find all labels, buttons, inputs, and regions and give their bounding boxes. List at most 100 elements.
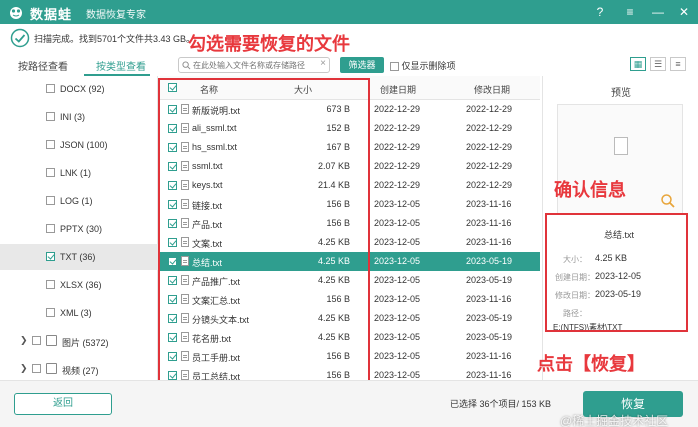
- row-checkbox[interactable]: [168, 276, 177, 285]
- sidebar-group-label: 视频 (27): [62, 366, 99, 376]
- type-checkbox[interactable]: [46, 140, 55, 149]
- table-row[interactable]: 链接.txt 156 B 2023-12-05 2023-11-16: [160, 195, 540, 214]
- expand-arrow-icon[interactable]: ❯: [20, 363, 28, 374]
- row-checkbox[interactable]: [168, 124, 177, 133]
- table-row[interactable]: 文案汇总.txt 156 B 2023-12-05 2023-11-16: [160, 290, 540, 309]
- file-name: hs_ssml.txt: [192, 142, 238, 152]
- row-checkbox[interactable]: [168, 181, 177, 190]
- minimize-icon[interactable]: —: [650, 4, 666, 20]
- sidebar-group-videos[interactable]: ❯ 视频 (27): [0, 356, 158, 382]
- watermark-text: @稀土掘金技术社区: [560, 414, 669, 427]
- table-row[interactable]: 文案.txt 4.25 KB 2023-12-05 2023-11-16: [160, 233, 540, 252]
- table-row[interactable]: keys.txt 21.4 KB 2022-12-29 2022-12-29: [160, 176, 540, 195]
- sidebar-group-images[interactable]: ❯ 图片 (5372): [0, 328, 158, 354]
- search-input[interactable]: [193, 59, 313, 71]
- txt-file-icon: [181, 104, 189, 114]
- row-checkbox[interactable]: [168, 314, 177, 323]
- row-checkbox[interactable]: [168, 352, 177, 361]
- table-row[interactable]: 新版说明.txt 673 B 2022-12-29 2022-12-29: [160, 100, 540, 119]
- tab-by-path[interactable]: 按路径查看: [18, 58, 68, 73]
- file-modified-date: 2023-05-19: [466, 313, 513, 323]
- column-name-header[interactable]: 名称: [200, 83, 218, 96]
- table-row[interactable]: ali_ssml.txt 152 B 2022-12-29 2022-12-29: [160, 119, 540, 138]
- type-checkbox[interactable]: [46, 168, 55, 177]
- image-icon: [46, 335, 57, 346]
- zoom-preview-icon[interactable]: [660, 193, 676, 209]
- sidebar-item-ini[interactable]: INI (3): [0, 104, 158, 130]
- type-checkbox[interactable]: [46, 280, 55, 289]
- filter-button[interactable]: 筛选器: [340, 57, 384, 73]
- video-icon: [46, 363, 57, 374]
- sidebar-item-json[interactable]: JSON (100): [0, 132, 158, 158]
- sidebar-item-xml[interactable]: XML (3): [0, 300, 158, 326]
- file-info: 总结.txt 大小： 4.25 KB 创建日期： 2023-12-05 修改日期…: [547, 216, 691, 336]
- sidebar-item-txt[interactable]: TXT (36): [0, 244, 158, 270]
- menu-icon[interactable]: ≡: [622, 4, 638, 20]
- row-checkbox[interactable]: [168, 162, 177, 171]
- table-row[interactable]: hs_ssml.txt 167 B 2022-12-29 2022-12-29: [160, 138, 540, 157]
- file-name: ali_ssml.txt: [192, 123, 237, 133]
- row-checkbox[interactable]: [168, 295, 177, 304]
- table-row[interactable]: ssml.txt 2.07 KB 2022-12-29 2022-12-29: [160, 157, 540, 176]
- table-row[interactable]: 总结.txt 4.25 KB 2023-12-05 2023-05-19: [160, 252, 540, 271]
- column-size-header[interactable]: 大小: [294, 83, 312, 96]
- table-row[interactable]: 花名册.txt 4.25 KB 2023-12-05 2023-05-19: [160, 328, 540, 347]
- sidebar-item-pptx[interactable]: PPTX (30): [0, 216, 158, 242]
- row-checkbox[interactable]: [168, 219, 177, 228]
- select-all-checkbox[interactable]: [168, 83, 177, 92]
- table-row[interactable]: 分镜头文本.txt 4.25 KB 2023-12-05 2023-05-19: [160, 309, 540, 328]
- sidebar-item-docx[interactable]: DOCX (92): [0, 76, 158, 102]
- file-size: 673 B: [326, 104, 350, 114]
- row-checkbox[interactable]: [168, 143, 177, 152]
- type-checkbox[interactable]: [46, 84, 55, 93]
- file-created-date: 2023-12-05: [374, 275, 421, 285]
- file-name: 文案汇总.txt: [192, 296, 241, 306]
- row-checkbox[interactable]: [168, 200, 177, 209]
- tab-by-type[interactable]: 按类型查看: [96, 58, 146, 73]
- row-checkbox[interactable]: [168, 105, 177, 114]
- back-button[interactable]: 返回: [14, 393, 112, 415]
- click-recover-callout: 点击【恢复】: [537, 354, 645, 375]
- txt-file-icon: [181, 294, 189, 304]
- row-checkbox[interactable]: [168, 333, 177, 342]
- clear-search-icon[interactable]: ×: [320, 58, 326, 69]
- detail-view-icon[interactable]: ≡: [670, 57, 686, 71]
- table-row[interactable]: 员工手册.txt 156 B 2023-12-05 2023-11-16: [160, 347, 540, 366]
- type-checkbox[interactable]: [46, 224, 55, 233]
- help-icon[interactable]: ?: [592, 4, 608, 20]
- file-created-date: 2022-12-29: [374, 123, 421, 133]
- file-name: keys.txt: [192, 180, 223, 190]
- grid-view-icon[interactable]: ▦: [630, 57, 646, 71]
- table-header: 名称 大小 创建日期 修改日期: [160, 76, 540, 100]
- close-icon[interactable]: ✕: [676, 4, 692, 20]
- row-checkbox[interactable]: [168, 371, 177, 380]
- type-checkbox[interactable]: [46, 196, 55, 205]
- row-checkbox[interactable]: [168, 238, 177, 247]
- only-deleted-checkbox[interactable]: [390, 62, 399, 72]
- table-row[interactable]: 产品.txt 156 B 2023-12-05 2023-11-16: [160, 214, 540, 233]
- table-row[interactable]: 产品推广.txt 4.25 KB 2023-12-05 2023-05-19: [160, 271, 540, 290]
- row-checkbox[interactable]: [168, 257, 177, 266]
- info-size-value: 4.25 KB: [595, 253, 628, 263]
- sidebar-item-log[interactable]: LOG (1): [0, 188, 158, 214]
- sidebar-item-lnk[interactable]: LNK (1): [0, 160, 158, 186]
- sidebar-item-label: INI (3): [60, 112, 86, 122]
- file-modified-date: 2023-05-19: [466, 256, 513, 266]
- type-checkbox[interactable]: [46, 252, 55, 261]
- list-view-icon[interactable]: ☰: [650, 57, 666, 71]
- file-modified-date: 2022-12-29: [466, 104, 513, 114]
- file-toolbar: × 筛选器 仅显示删除项 ▦ ☰ ≡: [160, 54, 698, 76]
- type-checkbox[interactable]: [46, 308, 55, 317]
- sidebar-item-label: PPTX (30): [60, 224, 103, 234]
- expand-arrow-icon[interactable]: ❯: [20, 335, 28, 346]
- column-modified-header[interactable]: 修改日期: [474, 83, 510, 96]
- file-modified-date: 2023-11-16: [466, 199, 512, 209]
- only-deleted-toggle[interactable]: 仅显示删除项: [390, 59, 456, 72]
- sidebar-item-xlsx[interactable]: XLSX (36): [0, 272, 158, 298]
- group-checkbox[interactable]: [32, 364, 41, 373]
- type-checkbox[interactable]: [46, 112, 55, 121]
- file-size: 167 B: [326, 142, 350, 152]
- sidebar-group-label: 图片 (5372): [62, 338, 109, 348]
- group-checkbox[interactable]: [32, 336, 41, 345]
- column-created-header[interactable]: 创建日期: [380, 83, 416, 96]
